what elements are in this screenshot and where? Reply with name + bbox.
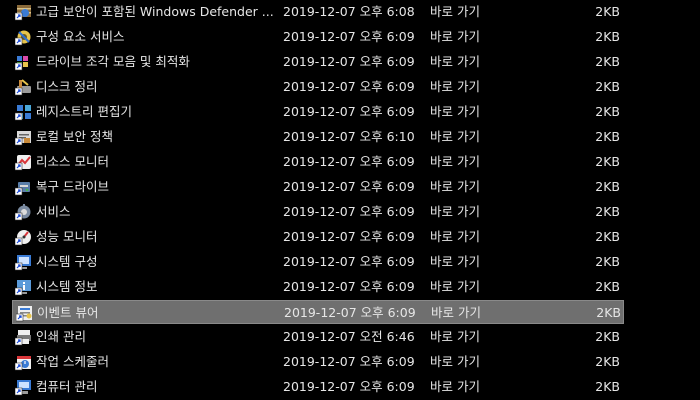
file-row[interactable]: 리소스 모니터 2019-12-07 오후 6:09 바로 가기 2KB <box>12 150 624 174</box>
defrag-shortcut-icon <box>15 53 33 71</box>
file-modified-date: 2019-12-07 오후 6:10 <box>283 129 415 144</box>
file-type: 바로 가기 <box>430 379 480 394</box>
file-size: 2KB <box>595 79 620 94</box>
file-type: 바로 가기 <box>430 129 480 144</box>
file-size: 2KB <box>595 29 620 44</box>
component-services-shortcut-icon <box>15 28 33 46</box>
file-modified-date: 2019-12-07 오후 6:09 <box>283 204 415 219</box>
file-name: 성능 모니터 <box>36 229 98 244</box>
file-type: 바로 가기 <box>430 79 480 94</box>
file-modified-date: 2019-12-07 오후 6:09 <box>283 254 415 269</box>
file-row[interactable]: 디스크 정리 2019-12-07 오후 6:09 바로 가기 2KB <box>12 75 624 99</box>
file-name: 로컬 보안 정책 <box>36 129 113 144</box>
file-size: 2KB <box>595 54 620 69</box>
file-name: 복구 드라이브 <box>36 179 109 194</box>
print-management-shortcut-icon <box>15 328 33 346</box>
services-shortcut-icon <box>15 203 33 221</box>
file-type: 바로 가기 <box>430 4 480 19</box>
file-size: 2KB <box>595 204 620 219</box>
file-row[interactable]: 복구 드라이브 2019-12-07 오후 6:09 바로 가기 2KB <box>12 175 624 199</box>
file-modified-date: 2019-12-07 오후 6:09 <box>284 305 416 320</box>
file-size: 2KB <box>595 129 620 144</box>
file-type: 바로 가기 <box>430 229 480 244</box>
file-name: 레지스트리 편집기 <box>36 104 132 119</box>
file-type: 바로 가기 <box>430 254 480 269</box>
file-row[interactable]: 드라이브 조각 모음 및 최적화 2019-12-07 오후 6:09 바로 가기 2… <box>12 50 624 74</box>
file-modified-date: 2019-12-07 오후 6:09 <box>283 179 415 194</box>
file-modified-date: 2019-12-07 오후 6:09 <box>283 79 415 94</box>
system-information-shortcut-icon <box>15 278 33 296</box>
registry-editor-shortcut-icon <box>15 103 33 121</box>
file-name: 구성 요소 서비스 <box>36 29 125 44</box>
file-name: 컴퓨터 관리 <box>36 379 98 394</box>
file-name: 작업 스케줄러 <box>36 354 109 369</box>
file-row[interactable]: 컴퓨터 관리 2019-12-07 오후 6:09 바로 가기 2KB <box>12 375 624 399</box>
file-name: 고급 보안이 포함된 Windows Defender ... <box>36 4 274 19</box>
file-size: 2KB <box>595 4 620 19</box>
recovery-drive-shortcut-icon <box>15 178 33 196</box>
file-size: 2KB <box>595 329 620 344</box>
task-scheduler-shortcut-icon <box>15 353 33 371</box>
file-modified-date: 2019-12-07 오후 6:09 <box>283 379 415 394</box>
file-row[interactable]: 이벤트 뷰어 2019-12-07 오후 6:09 바로 가기 2KB <box>12 300 624 324</box>
file-name: 시스템 정보 <box>36 279 98 294</box>
file-type: 바로 가기 <box>430 204 480 219</box>
file-row[interactable]: 시스템 정보 2019-12-07 오후 6:09 바로 가기 2KB <box>12 275 624 299</box>
file-name: 디스크 정리 <box>36 79 98 94</box>
file-name: 시스템 구성 <box>36 254 98 269</box>
computer-management-shortcut-icon <box>15 378 33 396</box>
file-modified-date: 2019-12-07 오후 6:09 <box>283 154 415 169</box>
file-modified-date: 2019-12-07 오후 6:08 <box>283 4 415 19</box>
file-name: 리소스 모니터 <box>36 154 109 169</box>
file-row[interactable]: 로컬 보안 정책 2019-12-07 오후 6:10 바로 가기 2KB <box>12 125 624 149</box>
file-name: 서비스 <box>36 204 71 219</box>
file-row[interactable]: 작업 스케줄러 2019-12-07 오후 6:09 바로 가기 2KB <box>12 350 624 374</box>
file-size: 2KB <box>595 254 620 269</box>
file-type: 바로 가기 <box>431 305 481 320</box>
file-row[interactable]: 인쇄 관리 2019-12-07 오전 6:46 바로 가기 2KB <box>12 325 624 349</box>
file-size: 2KB <box>596 305 621 320</box>
local-security-policy-shortcut-icon <box>15 128 33 146</box>
file-size: 2KB <box>595 354 620 369</box>
file-size: 2KB <box>595 104 620 119</box>
file-modified-date: 2019-12-07 오후 6:09 <box>283 29 415 44</box>
file-modified-date: 2019-12-07 오후 6:09 <box>283 54 415 69</box>
file-modified-date: 2019-12-07 오후 6:09 <box>283 104 415 119</box>
file-row[interactable]: 레지스트리 편집기 2019-12-07 오후 6:09 바로 가기 2KB <box>12 100 624 124</box>
file-size: 2KB <box>595 279 620 294</box>
file-type: 바로 가기 <box>430 279 480 294</box>
file-modified-date: 2019-12-07 오후 6:09 <box>283 229 415 244</box>
file-size: 2KB <box>595 154 620 169</box>
file-type: 바로 가기 <box>430 179 480 194</box>
file-name: 인쇄 관리 <box>36 329 86 344</box>
system-configuration-shortcut-icon <box>15 253 33 271</box>
disk-cleanup-shortcut-icon <box>15 78 33 96</box>
file-row[interactable]: 구성 요소 서비스 2019-12-07 오후 6:09 바로 가기 2KB <box>12 25 624 49</box>
file-row[interactable]: 고급 보안이 포함된 Windows Defender ... 2019-12-0… <box>12 0 624 24</box>
file-size: 2KB <box>595 229 620 244</box>
file-type: 바로 가기 <box>430 354 480 369</box>
file-size: 2KB <box>595 379 620 394</box>
file-type: 바로 가기 <box>430 329 480 344</box>
file-row[interactable]: 시스템 구성 2019-12-07 오후 6:09 바로 가기 2KB <box>12 250 624 274</box>
file-list: 고급 보안이 포함된 Windows Defender ... 2019-12-0… <box>0 0 700 400</box>
file-row[interactable]: 성능 모니터 2019-12-07 오후 6:09 바로 가기 2KB <box>12 225 624 249</box>
file-modified-date: 2019-12-07 오전 6:46 <box>283 329 415 344</box>
firewall-shortcut-icon <box>15 3 33 21</box>
file-name: 이벤트 뷰어 <box>37 305 99 320</box>
file-row[interactable]: 서비스 2019-12-07 오후 6:09 바로 가기 2KB <box>12 200 624 224</box>
file-size: 2KB <box>595 179 620 194</box>
file-type: 바로 가기 <box>430 29 480 44</box>
file-type: 바로 가기 <box>430 154 480 169</box>
file-modified-date: 2019-12-07 오후 6:09 <box>283 279 415 294</box>
performance-monitor-shortcut-icon <box>15 228 33 246</box>
event-viewer-shortcut-icon <box>16 304 34 322</box>
file-type: 바로 가기 <box>430 54 480 69</box>
file-modified-date: 2019-12-07 오후 6:09 <box>283 354 415 369</box>
resource-monitor-shortcut-icon <box>15 153 33 171</box>
file-name: 드라이브 조각 모음 및 최적화 <box>36 54 190 69</box>
file-type: 바로 가기 <box>430 104 480 119</box>
